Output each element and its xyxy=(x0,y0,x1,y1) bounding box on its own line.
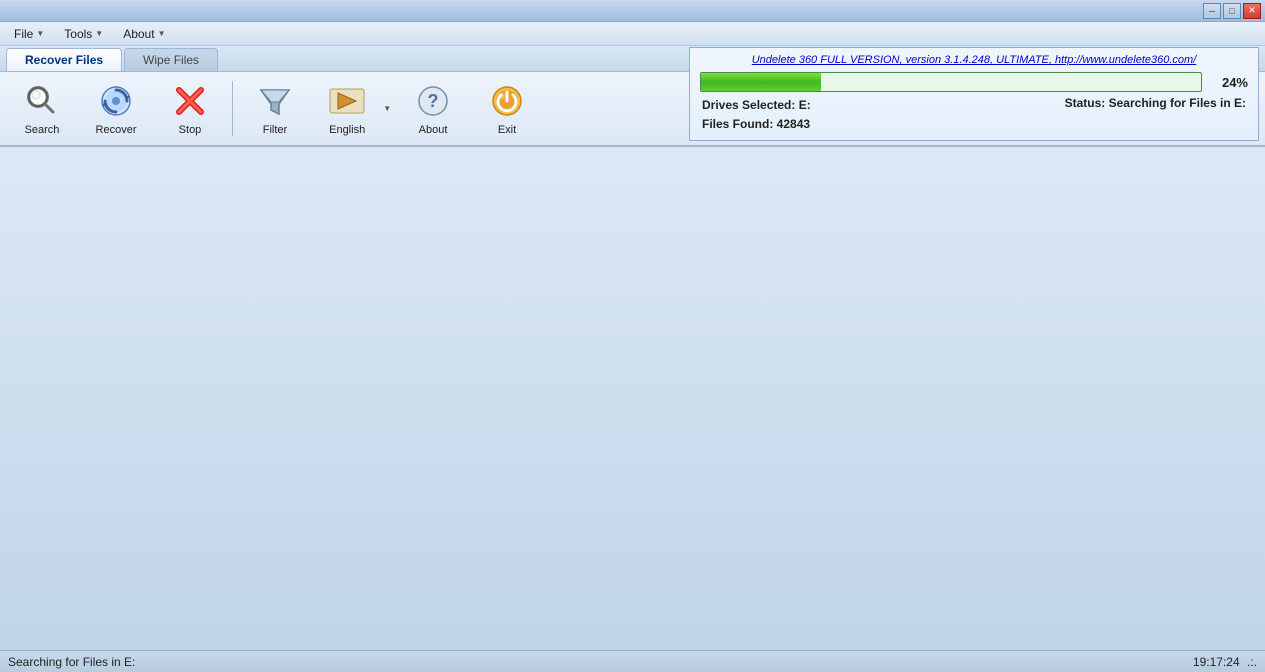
filter-icon xyxy=(255,81,295,121)
menu-bar: File ▼ Tools ▼ About ▼ xyxy=(0,22,1265,46)
main-content-area xyxy=(0,148,1265,650)
stop-icon xyxy=(170,81,210,121)
progress-bar xyxy=(700,72,1202,92)
files-found-row: Files Found: 42843 xyxy=(702,115,811,134)
menu-about-arrow: ▼ xyxy=(158,29,166,38)
progress-percent: 24% xyxy=(1210,75,1248,90)
about-label: About xyxy=(419,124,448,136)
search-label: Search xyxy=(25,124,60,136)
tab-wipe-files[interactable]: Wipe Files xyxy=(124,48,218,71)
restore-button[interactable]: □ xyxy=(1223,3,1241,19)
menu-file-arrow: ▼ xyxy=(36,29,44,38)
status-bar: Searching for Files in E: 19:17:24 .:. xyxy=(0,650,1265,672)
exit-label: Exit xyxy=(498,124,516,136)
info-panel: Undelete 360 FULL VERSION, version 3.1.4… xyxy=(689,47,1259,141)
status-bar-right: 19:17:24 .:. xyxy=(1193,655,1257,669)
drives-selected-row: Drives Selected: E: xyxy=(702,96,811,115)
toolbar-separator-1 xyxy=(232,81,233,136)
recover-icon xyxy=(96,81,136,121)
close-button[interactable]: ✕ xyxy=(1243,3,1261,19)
exit-button[interactable]: Exit xyxy=(471,76,543,141)
english-label: English xyxy=(329,124,365,136)
menu-about[interactable]: About ▼ xyxy=(113,25,175,43)
status-row: Drives Selected: E: Files Found: 42843 S… xyxy=(700,96,1248,134)
menu-file[interactable]: File ▼ xyxy=(4,25,54,43)
progress-row: 24% xyxy=(700,72,1248,92)
english-dropdown-arrow[interactable]: ▼ xyxy=(380,76,394,141)
filter-label: Filter xyxy=(263,124,287,136)
progress-bar-fill xyxy=(701,73,821,91)
status-bar-left: Searching for Files in E: xyxy=(8,655,135,669)
version-link[interactable]: Undelete 360 FULL VERSION, version 3.1.4… xyxy=(700,54,1248,66)
stop-label: Stop xyxy=(179,124,202,136)
drives-info: Drives Selected: E: Files Found: 42843 xyxy=(702,96,811,134)
title-bar: ─ □ ✕ xyxy=(0,0,1265,22)
english-button[interactable]: English ▼ xyxy=(313,76,395,141)
svg-text:?: ? xyxy=(428,91,439,111)
status-info: Status: Searching for Files in E: xyxy=(1065,96,1246,110)
filter-button[interactable]: Filter xyxy=(239,76,311,141)
search-icon xyxy=(22,81,62,121)
minimize-button[interactable]: ─ xyxy=(1203,3,1221,19)
tab-recover-files[interactable]: Recover Files xyxy=(6,48,122,71)
english-icon xyxy=(327,81,367,121)
menu-tools-arrow: ▼ xyxy=(95,29,103,38)
recover-button[interactable]: Recover xyxy=(80,76,152,141)
search-button[interactable]: Search xyxy=(6,76,78,141)
menu-tools[interactable]: Tools ▼ xyxy=(54,25,113,43)
stop-button[interactable]: Stop xyxy=(154,76,226,141)
recover-label: Recover xyxy=(96,124,137,136)
about-button[interactable]: ? About xyxy=(397,76,469,141)
exit-icon xyxy=(487,81,527,121)
about-icon: ? xyxy=(413,81,453,121)
